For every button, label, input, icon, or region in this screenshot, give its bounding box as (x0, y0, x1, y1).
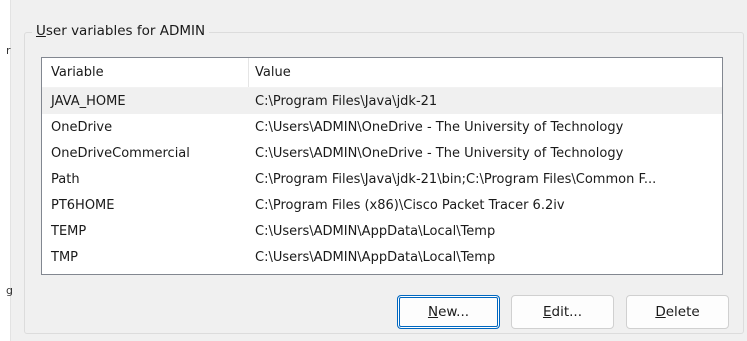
variable-name-cell: JAVA_HOME (51, 93, 126, 109)
user-variables-list[interactable]: Variable Value JAVA_HOME C:\Program Files… (41, 57, 723, 275)
variable-row[interactable]: TMP C:\Users\ADMIN\AppData\Local\Temp (42, 244, 722, 270)
column-header-value[interactable]: Value (255, 65, 715, 80)
variable-name-cell: OneDriveCommercial (51, 145, 190, 161)
list-header: Variable Value (42, 58, 722, 88)
delete-label: elete (665, 304, 700, 320)
variable-name-cell: PT6HOME (51, 197, 115, 213)
column-header-variable[interactable]: Variable (51, 65, 251, 80)
variable-name-cell: OneDrive (51, 119, 113, 135)
new-mnemonic: N (427, 304, 439, 320)
variable-value-cell: C:\Users\ADMIN\AppData\Local\Temp (255, 249, 496, 265)
variable-value-cell: C:\Program Files\Java\jdk-21\bin;C:\Prog… (255, 171, 657, 187)
delete-mnemonic: D (655, 304, 666, 320)
new-button[interactable]: New... (397, 295, 500, 329)
button-bar: New... Edit... Delete (0, 295, 747, 329)
title-mnemonic: U (36, 23, 46, 39)
edit-mnemonic: E (542, 304, 552, 320)
variable-name-cell: TEMP (51, 223, 87, 239)
variable-value-cell: C:\Program Files (x86)\Cisco Packet Trac… (255, 197, 565, 213)
variable-row[interactable]: TEMP C:\Users\ADMIN\AppData\Local\Temp (42, 218, 722, 244)
column-divider[interactable] (248, 58, 249, 87)
list-rows: JAVA_HOME C:\Program Files\Java\jdk-21 One… (42, 88, 722, 270)
variable-row[interactable]: OneDrive C:\Users\ADMIN\OneDrive - The Un… (42, 114, 722, 140)
new-label: ew... (438, 304, 470, 320)
title-text: ser variables for ADMIN (45, 23, 206, 39)
variable-row[interactable]: PT6HOME C:\Program Files (x86)\Cisco Pack… (42, 192, 722, 218)
variable-name-cell: TMP (51, 249, 78, 265)
variable-row[interactable]: JAVA_HOME C:\Program Files\Java\jdk-21 (42, 88, 722, 114)
delete-button[interactable]: Delete (626, 295, 729, 329)
variable-value-cell: C:\Program Files\Java\jdk-21 (255, 93, 438, 109)
background-text-fragment: r (6, 44, 11, 57)
variable-row[interactable]: Path C:\Program Files\Java\jdk-21\bin;C:\… (42, 166, 722, 192)
variable-value-cell: C:\Users\ADMIN\OneDrive - The University… (255, 145, 624, 161)
edit-button[interactable]: Edit... (511, 295, 614, 329)
user-variables-title: User variables for ADMIN (32, 23, 210, 39)
environment-variables-dialog: r g User variables for ADMIN Variable Va… (0, 0, 747, 341)
edit-label: dit... (551, 304, 583, 320)
variable-row[interactable]: OneDriveCommercial C:\Users\ADMIN\OneDriv… (42, 140, 722, 166)
variable-value-cell: C:\Users\ADMIN\AppData\Local\Temp (255, 223, 496, 239)
variable-name-cell: Path (51, 171, 80, 187)
variable-value-cell: C:\Users\ADMIN\OneDrive - The University… (255, 119, 624, 135)
